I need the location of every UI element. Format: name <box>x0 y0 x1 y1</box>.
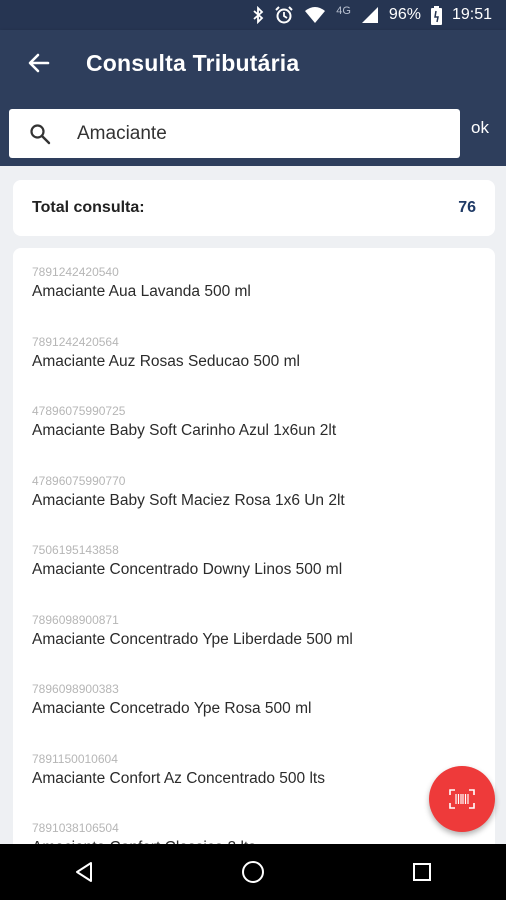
search-box <box>9 109 460 158</box>
clock: 19:51 <box>451 6 492 23</box>
nav-home-icon <box>241 861 264 883</box>
product-code: 47896075990725 <box>32 404 126 418</box>
list-item[interactable]: 47896075990770 Amaciante Baby Soft Macie… <box>13 457 495 527</box>
search-input[interactable] <box>75 121 419 146</box>
search-icon <box>30 123 51 144</box>
bluetooth-icon <box>252 6 264 24</box>
wifi-icon <box>304 6 326 24</box>
total-value: 76 <box>458 199 476 216</box>
product-code: 47896075990770 <box>32 473 126 488</box>
barcode-scan-icon <box>449 789 475 809</box>
product-code: 7891242420540 <box>32 265 119 279</box>
list-item[interactable]: 7891150010604 Amaciante Confort Az Conce… <box>13 735 495 805</box>
battery-icon <box>430 5 442 25</box>
product-code: 7896098900383 <box>32 682 119 696</box>
product-code: 7891038106504 <box>32 821 119 835</box>
product-code: 7891242420564 <box>32 334 119 349</box>
product-name: Amaciante Concentrado Ype Liberdade 500 … <box>32 630 353 648</box>
list-item[interactable]: 7891242420540 Amaciante Aua Lavanda 500 … <box>13 248 495 318</box>
product-name: Amaciante Confort Az Concentrado 500 lts <box>32 769 325 787</box>
nav-recents-icon <box>412 863 431 881</box>
navigation-bar <box>0 844 506 900</box>
status-bar: 4G 96% 19:51 <box>0 0 506 30</box>
product-name: Amaciante Baby Soft Maciez Rosa 1x6 Un 2… <box>32 491 345 509</box>
app-bar: Consulta Tributária <box>0 30 506 96</box>
product-name: Amaciante Auz Rosas Seducao 500 ml <box>32 352 300 370</box>
list-item[interactable]: 7896098900383 Amaciante Concetrado Ype R… <box>13 665 495 735</box>
nav-back-button[interactable] <box>54 844 114 900</box>
signal-icon <box>361 6 379 24</box>
list-item[interactable]: 7896098900871 Amaciante Concentrado Ype … <box>13 596 495 666</box>
total-card: Total consulta: 76 <box>13 180 495 236</box>
product-name: Amaciante Concetrado Ype Rosa 500 ml <box>32 700 312 717</box>
product-code: 7896098900871 <box>32 612 119 627</box>
total-label: Total consulta: <box>32 199 145 216</box>
alarm-icon <box>274 5 294 25</box>
product-code: 7506195143858 <box>32 543 119 557</box>
list-item[interactable]: 7891242420564 Amaciante Auz Rosas Seduca… <box>13 318 495 388</box>
page-title: Consulta Tributária <box>86 49 300 76</box>
product-name: Amaciante Baby Soft Carinho Azul 1x6un 2… <box>32 422 337 439</box>
product-name: Amaciante Concentrado Downy Linos 500 ml <box>32 561 343 578</box>
network-type: 4G <box>336 5 351 17</box>
arrow-left-icon <box>28 53 50 73</box>
nav-back-icon <box>76 862 93 882</box>
list-item[interactable]: 7506195143858 Amaciante Concentrado Down… <box>13 526 495 596</box>
battery-level: 96% <box>388 6 421 23</box>
product-name: Amaciante Aua Lavanda 500 ml <box>32 283 251 300</box>
product-list: 7891242420540 Amaciante Aua Lavanda 500 … <box>13 248 495 858</box>
product-code: 7891150010604 <box>32 751 118 766</box>
back-button[interactable] <box>22 46 56 80</box>
list-item[interactable]: 47896075990725 Amaciante Baby Soft Carin… <box>13 387 495 457</box>
scan-barcode-button[interactable] <box>429 766 495 832</box>
nav-home-button[interactable] <box>223 844 283 900</box>
ok-button[interactable]: ok <box>471 118 489 138</box>
nav-recents-button[interactable] <box>392 844 452 900</box>
search-bar: ok <box>0 96 506 166</box>
